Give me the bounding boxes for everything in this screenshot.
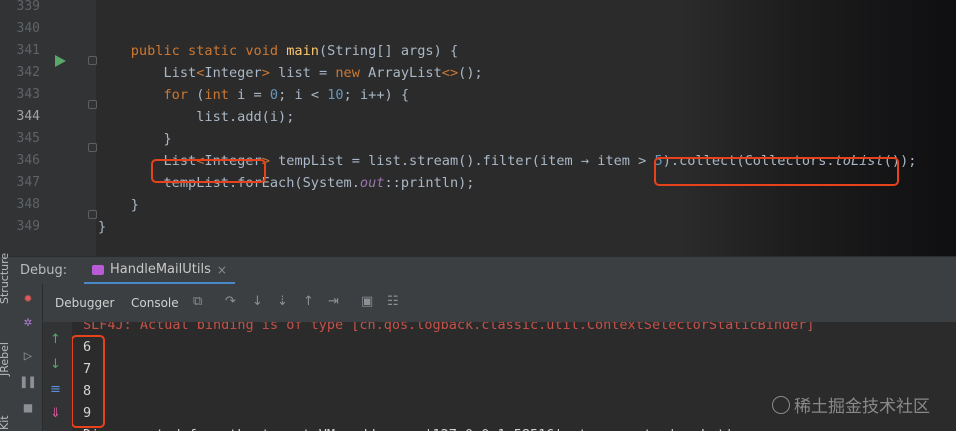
- fold-marker-icon[interactable]: [88, 100, 97, 109]
- tab-debugger[interactable]: Debugger: [55, 296, 114, 310]
- code-token: list =: [269, 65, 336, 81]
- code-editor[interactable]: 339 340 341 public static void main(String…: [0, 0, 956, 256]
- code-token: tempList = list.stream().filter(item → i…: [269, 153, 655, 169]
- code-line[interactable]: 343 for (int i = 0; i < 10; i++) {: [0, 84, 956, 106]
- line-number: 342: [16, 65, 40, 80]
- code-token: for: [163, 87, 197, 103]
- scroll-to-end-icon[interactable]: ⇓: [50, 406, 61, 421]
- line-number: 347: [16, 175, 40, 190]
- code-token: <>: [441, 65, 459, 81]
- code-line[interactable]: 349}: [0, 216, 956, 238]
- tab-handlemailutils[interactable]: HandleMailUtils ×: [84, 257, 235, 285]
- line-number: 339: [16, 0, 40, 14]
- resume-icon[interactable]: ▷: [20, 348, 36, 364]
- code-line[interactable]: 348 }: [0, 194, 956, 216]
- step-over-icon[interactable]: ↷: [225, 294, 236, 309]
- code-text: for (int i = 0; i < 10; i++) {: [98, 84, 409, 106]
- code-line[interactable]: 342 List<Integer> list = new ArrayList<>…: [0, 62, 956, 84]
- tab-console[interactable]: Console: [131, 296, 179, 310]
- watermark-text: 稀土掘金技术社区: [794, 397, 930, 417]
- line-number: 344: [16, 109, 40, 124]
- debug-tool-window-header: Debug: HandleMailUtils ×: [0, 256, 956, 286]
- evaluate-expression-icon[interactable]: ▣: [361, 294, 373, 309]
- kit-tool-label[interactable]: Kit: [0, 415, 11, 430]
- code-text: }: [98, 194, 139, 216]
- code-token: }: [98, 219, 107, 235]
- line-number: 349: [16, 219, 40, 234]
- debug-side-icons: ✹ ✲ ▷ ❚❚ ■: [14, 284, 43, 431]
- settings-icon[interactable]: ✲: [20, 314, 36, 330]
- line-number: 346: [16, 153, 40, 168]
- code-token: int: [204, 87, 238, 103]
- code-line[interactable]: 341 public static void main(String[] arg…: [0, 40, 956, 62]
- left-tool-strip: Structure JRebel Kit: [0, 253, 14, 431]
- code-line[interactable]: 339: [0, 0, 956, 18]
- code-token: 10: [327, 87, 344, 103]
- scroll-up-icon[interactable]: ↑: [50, 332, 61, 347]
- bug-icon[interactable]: ✹: [20, 290, 36, 306]
- code-text: List<Integer> list = new ArrayList<>();: [98, 62, 483, 84]
- code-token: ::println);: [384, 175, 475, 191]
- code-token: 0: [269, 87, 279, 103]
- folder-icon: [92, 264, 104, 275]
- code-token: list.add(i);: [98, 109, 295, 125]
- debug-label: Debug:: [20, 263, 68, 278]
- code-token: i =: [237, 87, 270, 103]
- layout-icon[interactable]: ⧉: [193, 294, 202, 309]
- fold-marker-icon[interactable]: [88, 56, 97, 65]
- code-token: public static void: [130, 43, 287, 59]
- jrebel-tool-label[interactable]: JRebel: [0, 342, 11, 376]
- code-token: Integer: [204, 65, 262, 81]
- code-token: new: [335, 65, 369, 81]
- step-into-icon[interactable]: ↓: [252, 294, 263, 309]
- code-token: (String[] args) {: [319, 43, 459, 59]
- pause-icon[interactable]: ❚❚: [20, 374, 37, 390]
- code-token: }: [98, 197, 139, 213]
- step-out-icon[interactable]: ↑: [303, 294, 314, 309]
- stop-icon[interactable]: ■: [20, 400, 36, 416]
- highlight-list-integer: [151, 159, 266, 183]
- force-step-into-icon[interactable]: ⇣: [277, 294, 288, 309]
- tab-title: HandleMailUtils: [110, 262, 211, 277]
- code-text: list.add(i);: [98, 106, 294, 128]
- code-line[interactable]: 345 }: [0, 128, 956, 150]
- highlight-collect-call: [654, 157, 899, 186]
- code-token: out: [359, 175, 385, 191]
- code-token: ();: [458, 65, 483, 81]
- watermark: 稀土掘金技术社区: [772, 392, 930, 417]
- juejin-logo-icon: [772, 396, 790, 414]
- more-options-icon[interactable]: ☷: [387, 294, 399, 309]
- line-number: 345: [16, 131, 40, 146]
- code-token: >: [261, 65, 270, 81]
- code-token: ; i++) {: [343, 87, 410, 103]
- structure-tool-label[interactable]: Structure: [0, 253, 11, 304]
- line-number: 340: [16, 21, 40, 36]
- scroll-down-icon[interactable]: ↓: [50, 357, 61, 372]
- console-line: Disconnected from the target VM, address…: [83, 424, 733, 431]
- console-line: SLF4J: Actual binding is of type [ch.qos…: [83, 322, 815, 333]
- close-icon[interactable]: ×: [217, 263, 227, 277]
- soft-wrap-icon[interactable]: ≡: [50, 382, 61, 397]
- code-line[interactable]: 344 list.add(i);: [0, 106, 956, 128]
- code-token: ArrayList: [368, 65, 442, 81]
- run-main-icon[interactable]: [55, 55, 66, 67]
- fold-marker-icon[interactable]: [88, 210, 97, 219]
- code-text: public static void main(String[] args) {: [98, 40, 458, 62]
- code-token: List: [98, 65, 197, 81]
- line-number: 348: [16, 197, 40, 212]
- run-to-cursor-icon[interactable]: ⇥: [328, 294, 339, 309]
- code-line[interactable]: 340: [0, 18, 956, 40]
- debugger-toolbar: Debugger Console ⧉ ↷ ↓ ⇣ ↑ ⇥ ▣ ☷: [43, 284, 956, 323]
- line-number: 341: [16, 43, 40, 58]
- fold-marker-icon[interactable]: [88, 143, 97, 152]
- code-text: }: [98, 128, 172, 150]
- code-token: main: [286, 43, 319, 59]
- highlight-output-numbers: [72, 335, 105, 428]
- code-text: }: [98, 216, 106, 238]
- code-token: ; i <: [278, 87, 328, 103]
- code-token: }: [98, 131, 172, 147]
- line-number: 343: [16, 87, 40, 102]
